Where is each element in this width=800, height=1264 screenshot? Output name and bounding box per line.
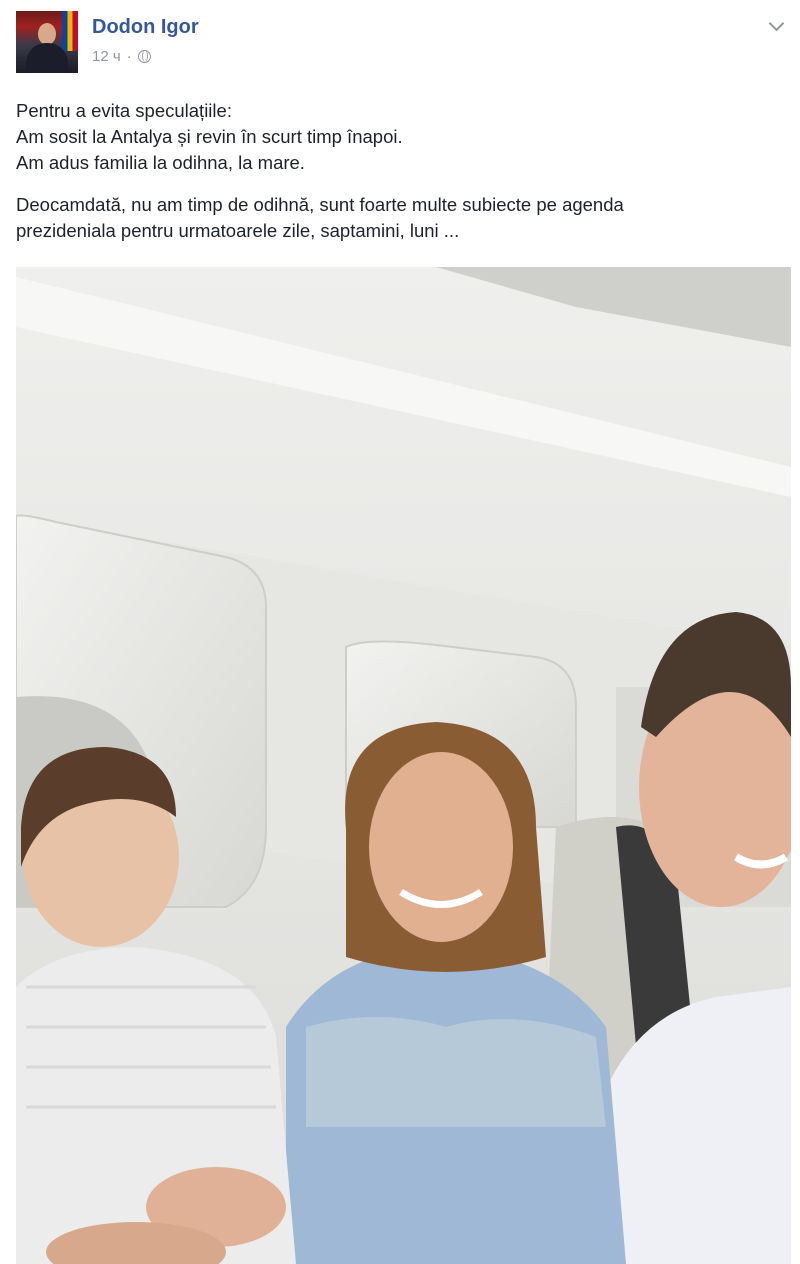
post-text-line: Am sosit la Antalya și revin în scurt ti… — [16, 126, 403, 147]
avatar[interactable] — [16, 11, 78, 73]
flag-decoration — [62, 11, 78, 51]
globe-icon[interactable] — [137, 50, 151, 63]
avatar-suit — [26, 43, 68, 73]
post-text-line: Am adus familia la odihna, la mare. — [16, 152, 305, 173]
post-text: Pentru a evita speculațiile: Am sosit la… — [16, 98, 786, 244]
post-text-line: prezideniala pentru urmatoarele zile, sa… — [16, 220, 460, 241]
meta-separator: · — [126, 48, 132, 65]
post-time[interactable]: 12 ч — [92, 48, 121, 65]
post-header: Dodon Igor 12 ч · — [0, 0, 800, 86]
avatar-head — [38, 23, 56, 45]
post-meta: 12 ч · — [92, 48, 151, 65]
author-name[interactable]: Dodon Igor — [92, 16, 199, 39]
post-text-line: Deocamdată, nu am timp de odihnă, sunt f… — [16, 194, 624, 215]
post-text-line: Pentru a evita speculațiile: — [16, 100, 232, 121]
chevron-down-icon[interactable] — [766, 18, 786, 34]
photo-illustration — [16, 267, 791, 1264]
post-photo[interactable] — [16, 267, 791, 1264]
